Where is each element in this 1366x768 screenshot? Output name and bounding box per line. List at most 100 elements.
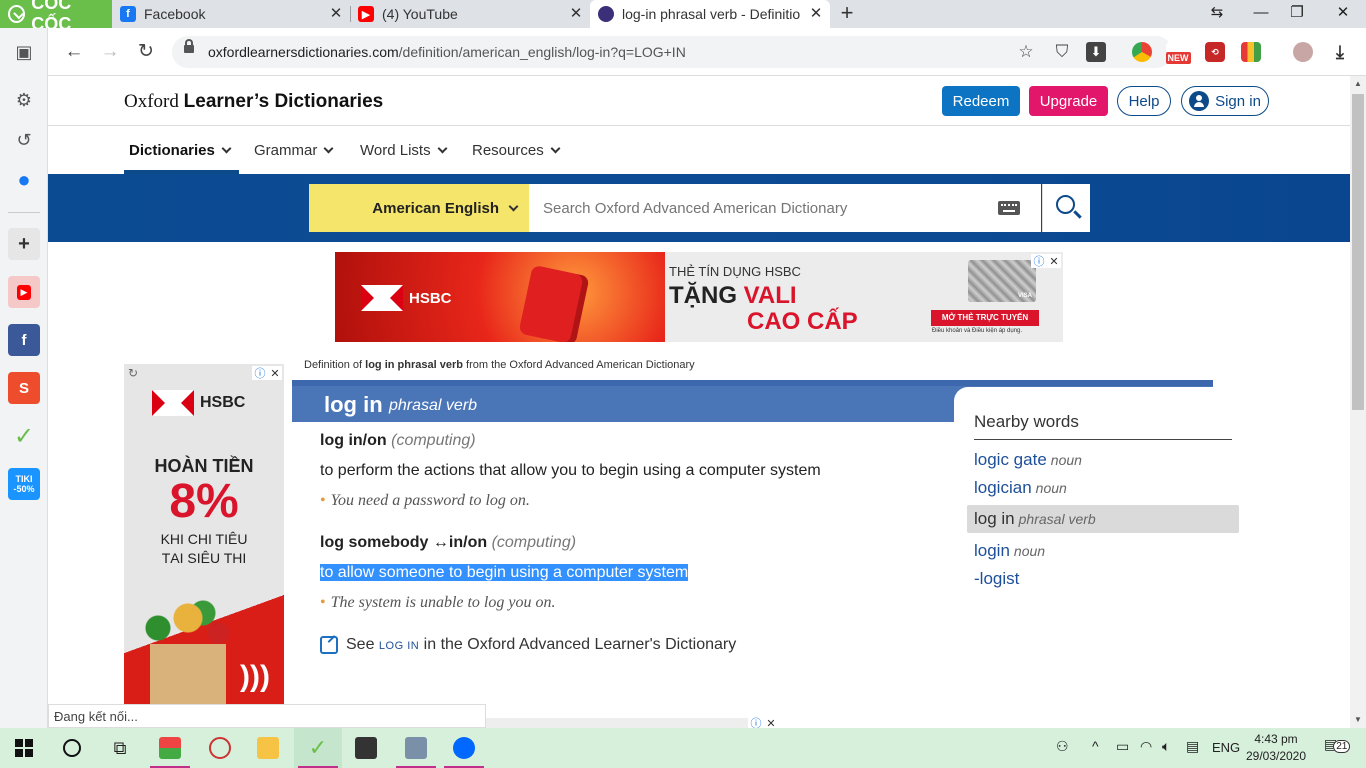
new-extension-icon[interactable]: NEW xyxy=(1165,42,1191,64)
site-logo[interactable]: Oxford Learner’s Dictionaries xyxy=(124,91,383,113)
ad-replay-icon[interactable]: ↻ xyxy=(128,366,138,380)
add-shortcut-icon[interactable]: + xyxy=(8,228,40,260)
ime-icon[interactable]: ▤ xyxy=(1186,738,1199,755)
new-tab-button[interactable]: + xyxy=(836,2,858,24)
ad-cta-button[interactable]: MỞ THẺ TRỰC TUYẾN xyxy=(931,310,1039,326)
grocery-bag-image xyxy=(150,644,226,704)
messenger-icon[interactable]: ● xyxy=(8,164,40,196)
nearby-word-link[interactable]: logician noun xyxy=(974,478,1067,498)
facebook-shortcut-icon[interactable]: f xyxy=(8,324,40,356)
hsbc-side-ad[interactable]: ↻ ⓘ ✕ HSBC HOÀN TIỀN 8% KHI CHI TIÊU TẠI S… xyxy=(124,364,284,704)
help-button[interactable]: Help xyxy=(1117,86,1171,116)
settings-gear-icon[interactable]: ⚙ xyxy=(8,84,40,116)
taskbar-coccoc[interactable]: ✓ xyxy=(294,728,342,768)
reload-button[interactable]: ↻ xyxy=(134,40,158,64)
system-clock[interactable]: 4:43 pm 29/03/2020 xyxy=(1236,731,1316,765)
nearby-word-link[interactable]: logic gate noun xyxy=(974,450,1082,470)
shopee-shortcut-icon[interactable]: S xyxy=(8,372,40,404)
taskbar-sticky-notes[interactable] xyxy=(342,728,390,768)
red-extension-icon[interactable]: ⟲ xyxy=(1205,42,1225,62)
suitcase-image xyxy=(518,264,590,342)
nearby-word-link[interactable]: -logist xyxy=(974,569,1019,589)
scroll-up-arrow[interactable]: ▲ xyxy=(1350,76,1366,92)
coccoc-menu-button[interactable]: CỐC CỐC xyxy=(0,0,112,34)
menu-grammar[interactable]: Grammar xyxy=(254,142,334,159)
action-center-icon[interactable]: ▤21 xyxy=(1324,736,1351,753)
close-tab-icon[interactable]: ✕ xyxy=(808,6,824,22)
page-scrollbar[interactable]: ▲ ▼ xyxy=(1350,76,1366,728)
taskbar-app-2[interactable] xyxy=(196,728,244,768)
close-window-button[interactable]: ✕ xyxy=(1331,2,1355,24)
taskbar-file-explorer[interactable] xyxy=(244,728,292,768)
sense-1-definition: to perform the actions that allow you to… xyxy=(320,462,821,479)
adchoices-icon[interactable]: ⓘ ✕ xyxy=(748,716,778,728)
coccoc-icon: ✓ xyxy=(308,735,328,760)
taskbar-app-1[interactable] xyxy=(146,728,194,768)
notes-icon xyxy=(355,737,377,759)
maximize-button[interactable]: ❐ xyxy=(1285,2,1309,24)
profile-avatar[interactable] xyxy=(1293,42,1313,62)
download-page-icon[interactable]: ⬇ xyxy=(1086,42,1106,62)
close-tab-icon[interactable]: ✕ xyxy=(328,6,344,22)
credit-card-image: VISA xyxy=(968,260,1036,302)
task-view-button[interactable]: ⧉ xyxy=(96,728,144,768)
people-icon[interactable]: ⚇ xyxy=(1056,738,1069,755)
groceries-image xyxy=(138,598,238,648)
scrollbar-thumb[interactable] xyxy=(1352,94,1364,410)
ad-headline: THẺ TÍN DỤNG HSBC xyxy=(669,264,801,279)
status-bar: Đang kết nối... xyxy=(48,704,486,728)
adchoices-icon[interactable]: ⓘ ✕ xyxy=(1031,254,1061,268)
color-extension-icon[interactable] xyxy=(1241,42,1261,62)
new-badge: NEW xyxy=(1165,52,1191,64)
upgrade-button[interactable]: Upgrade xyxy=(1029,86,1108,116)
sign-in-label: Sign in xyxy=(1215,92,1261,110)
nearby-word-link[interactable]: login noun xyxy=(974,541,1045,561)
keyboard-icon[interactable] xyxy=(998,201,1020,215)
cortana-search-button[interactable] xyxy=(48,728,96,768)
address-bar[interactable]: oxfordlearnersdictionaries.com/definitio… xyxy=(172,36,1172,68)
oxford-icon xyxy=(598,6,614,22)
back-button[interactable]: ← xyxy=(62,40,86,64)
youtube-shortcut-icon[interactable]: ▶ xyxy=(8,276,40,308)
history-icon[interactable]: ↺ xyxy=(8,124,40,156)
menu-word-lists[interactable]: Word Lists xyxy=(360,142,448,159)
tiki-shortcut-icon[interactable]: TIKI -50% xyxy=(8,468,40,500)
minimize-button[interactable]: — xyxy=(1249,2,1273,24)
wifi-icon[interactable]: ◠ xyxy=(1140,738,1152,755)
menu-resources[interactable]: Resources xyxy=(472,142,561,159)
scroll-down-arrow[interactable]: ▼ xyxy=(1350,712,1366,728)
url-text[interactable]: oxfordlearnersdictionaries.com/definitio… xyxy=(208,44,686,60)
menu-dictionaries[interactable]: Dictionaries xyxy=(129,142,232,159)
show-hidden-icons[interactable]: ^ xyxy=(1092,738,1099,754)
hsbc-banner-ad[interactable]: HSBC THẺ TÍN DỤNG HSBC TẶNG VALI CAO CẤP… xyxy=(335,252,1063,342)
forward-button[interactable]: → xyxy=(98,40,122,64)
chrome-extension-icon[interactable] xyxy=(1132,42,1152,62)
adchoices-icon[interactable]: ⓘ ✕ xyxy=(252,366,282,380)
dictionary-select[interactable]: American English xyxy=(309,184,529,232)
tab-oxford-active[interactable]: log-in phrasal verb - Definitio ✕ xyxy=(590,0,830,28)
tab-youtube[interactable]: ▶ (4) YouTube ✕ xyxy=(350,0,590,28)
shield-icon[interactable]: ⛉ xyxy=(1050,40,1074,64)
bookmark-star-icon[interactable]: ☆ xyxy=(1014,40,1038,64)
taskbar-app-5[interactable] xyxy=(392,728,440,768)
battery-icon[interactable]: ▭ xyxy=(1116,738,1129,755)
downloads-icon[interactable]: ⤓ xyxy=(1330,42,1350,62)
search-button[interactable] xyxy=(1042,184,1090,232)
restore-tab-icon[interactable]: ⇆ xyxy=(1205,2,1229,24)
sign-in-button[interactable]: Sign in xyxy=(1181,86,1269,116)
taskbar-zalo[interactable] xyxy=(440,728,488,768)
volume-icon[interactable]: 🔈︎ xyxy=(1162,738,1170,755)
sidebar-toggle-icon[interactable]: ▣ xyxy=(8,36,40,68)
see-also-link[interactable]: See LOG IN in the Oxford Advanced Learne… xyxy=(320,636,736,654)
close-tab-icon[interactable]: ✕ xyxy=(568,6,584,22)
tab-title: (4) YouTube xyxy=(382,6,458,22)
redeem-button[interactable]: Redeem xyxy=(942,86,1020,116)
bottom-ad-strip[interactable]: ⓘ ✕ xyxy=(484,716,778,728)
tab-facebook[interactable]: f Facebook ✕ xyxy=(112,0,350,28)
hsbc-hexagon-icon xyxy=(152,390,194,416)
coccoc-shortcut-icon[interactable]: ✓ xyxy=(8,420,40,452)
windows-logo-icon xyxy=(15,739,33,757)
chevron-down-icon xyxy=(508,201,519,211)
search-input[interactable] xyxy=(529,184,1041,232)
start-button[interactable] xyxy=(0,728,48,768)
